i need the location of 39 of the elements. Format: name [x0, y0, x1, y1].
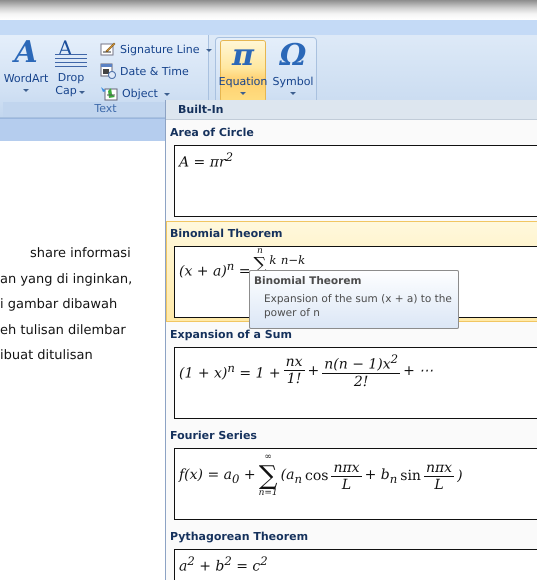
sum-limit: ∞	[264, 453, 272, 463]
tooltip-title: Binomial Theorem	[254, 275, 362, 287]
summation-sign: ∑	[258, 463, 278, 489]
document-text: i gambar dibawah	[0, 296, 118, 314]
equation-text: +	[308, 362, 320, 379]
document-text: eh tulisan dilembar	[0, 322, 126, 340]
document-text: ibuat ditulisan	[0, 347, 93, 365]
fraction-denominator: L	[342, 476, 352, 492]
fraction-denominator: 1!	[286, 371, 302, 388]
equation-text: (x + a)$^{n}$ =	[179, 259, 250, 280]
fraction-numerator: nπx	[331, 460, 362, 476]
equation-title: Pythagorean Theorem	[170, 530, 308, 543]
equation-text: cos	[305, 468, 328, 484]
group-label: Text	[94, 102, 117, 115]
tooltip-text: Expansion of the sum (x + a) to the power of n	[263, 292, 453, 320]
fraction-numerator: n(n − 1)x$^{2}$	[322, 352, 400, 374]
equation-title: Expansion of a Sum	[170, 328, 292, 341]
sum-limit: n=1	[258, 489, 278, 499]
document-text: an yang di inginkan,	[0, 270, 132, 288]
equation-text: + b$_{n}$	[364, 466, 398, 486]
equation-text: (1 + x)$^{n}$ = 1 +	[179, 360, 281, 382]
document-text: share informasi	[29, 245, 131, 263]
equation-text: + ⋯	[403, 362, 434, 380]
equation-text: )	[457, 468, 463, 484]
equation-title: Area of Circle	[170, 126, 254, 139]
fraction-numerator: nπx	[424, 460, 454, 476]
fraction-denominator: 2!	[354, 374, 368, 390]
fraction-numerator: nx	[284, 354, 305, 372]
equation-title: Binomial Theorem	[170, 227, 282, 240]
sum-limit: n	[257, 247, 263, 256]
equation-text: (a$_{n}$	[280, 466, 302, 486]
equation-text: k n−k	[269, 253, 306, 269]
equation-text: f(x) = a$_{0}$ +	[179, 466, 256, 486]
equation-title: Fourier Series	[170, 429, 257, 442]
equation-text: sin	[400, 468, 421, 484]
gallery-header: Built-In	[178, 103, 224, 116]
equation-text: a$^{2}$ + b$^{2}$ = c$^{2}$	[179, 554, 268, 575]
fraction-denominator: L	[434, 476, 444, 492]
equation-text: A = πr$^{2}$	[179, 150, 234, 171]
